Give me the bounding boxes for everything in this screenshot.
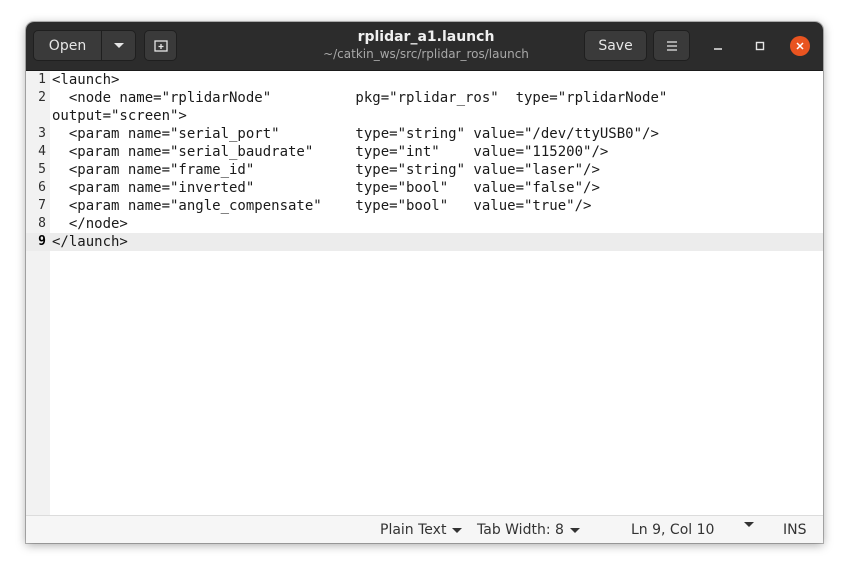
window-subtitle: ~/catkin_ws/src/rplidar_ros/launch (323, 47, 529, 61)
chevron-down-icon (744, 522, 754, 527)
editor-line: 5 <param name="frame_id" type="string" v… (26, 161, 823, 179)
line-number: 8 (38, 216, 46, 231)
new-document-icon (153, 39, 168, 52)
maximize-button[interactable] (750, 36, 770, 56)
save-button[interactable]: Save (584, 30, 647, 61)
editor-line: 1 <launch> (26, 71, 823, 89)
line-text[interactable]: </launch> (52, 233, 128, 251)
tab-width-selector[interactable]: Tab Width: 8 (477, 522, 580, 538)
save-button-label: Save (598, 37, 633, 54)
line-number: 2 (38, 90, 46, 105)
cursor-position-label: Ln 9, Col 10 (631, 522, 715, 538)
line-text[interactable]: <param name="angle_compensate" type="boo… (52, 197, 592, 215)
line-text[interactable]: <param name="serial_baudrate" type="int"… (52, 143, 608, 161)
editor-line: 7 <param name="angle_compensate" type="b… (26, 197, 823, 215)
line-number: 1 (38, 72, 46, 87)
line-number: 9 (38, 234, 46, 249)
gedit-window: Open rplidar_a1.launch ~/catkin_ws/src/r… (26, 22, 823, 543)
minimize-icon (714, 48, 722, 50)
text-editor[interactable]: 1 <launch> 2 <node name="rplidarNode" pk… (26, 71, 823, 515)
editor-line: 8 </node> (26, 215, 823, 233)
title-area: rplidar_a1.launch ~/catkin_ws/src/rplida… (276, 28, 576, 62)
editor-line-wrapped: output="screen"> (26, 107, 823, 125)
chevron-down-icon (452, 527, 463, 533)
insert-mode-indicator[interactable]: INS (783, 522, 807, 538)
language-selector[interactable]: Plain Text (380, 522, 463, 538)
editor-line: 2 <node name="rplidarNode" pkg="rplidar_… (26, 89, 823, 107)
minimize-button[interactable] (708, 36, 728, 56)
language-label: Plain Text (380, 522, 447, 538)
line-text[interactable]: </node> (52, 215, 128, 233)
insert-mode-label: INS (783, 522, 807, 538)
line-text[interactable]: <param name="serial_port" type="string" … (52, 125, 659, 143)
open-dropdown-button[interactable] (101, 30, 136, 61)
position-dropdown[interactable] (744, 522, 754, 527)
editor-current-line: 9 </launch> (26, 233, 823, 251)
line-text[interactable]: <node name="rplidarNode" pkg="rplidar_ro… (52, 89, 667, 107)
tab-width-label: Tab Width: 8 (477, 522, 564, 538)
line-text[interactable]: <param name="frame_id" type="string" val… (52, 161, 600, 179)
line-number: 5 (38, 162, 46, 177)
open-button[interactable]: Open (33, 30, 102, 61)
line-text[interactable]: output="screen"> (52, 107, 187, 125)
editor-line: 6 <param name="inverted" type="bool" val… (26, 179, 823, 197)
editor-line: 4 <param name="serial_baudrate" type="in… (26, 143, 823, 161)
chevron-down-icon (569, 527, 580, 533)
hamburger-menu-icon (666, 40, 677, 51)
new-document-button[interactable] (144, 30, 177, 61)
menu-button[interactable] (653, 30, 690, 61)
cursor-position[interactable]: Ln 9, Col 10 (631, 522, 714, 538)
close-icon (796, 42, 804, 50)
chevron-down-icon (113, 43, 124, 48)
line-text[interactable]: <param name="inverted" type="bool" value… (52, 179, 600, 197)
open-button-group: Open (33, 30, 136, 61)
header-bar: Open rplidar_a1.launch ~/catkin_ws/src/r… (26, 22, 823, 71)
status-bar: Plain Text Tab Width: 8 Ln 9, Col 10 INS (26, 515, 823, 543)
line-number: 6 (38, 180, 46, 195)
editor-line: 3 <param name="serial_port" type="string… (26, 125, 823, 143)
open-button-label: Open (48, 37, 87, 54)
line-number: 4 (38, 144, 46, 159)
line-number: 7 (38, 198, 46, 213)
line-number: 3 (38, 126, 46, 141)
maximize-icon (755, 41, 765, 51)
window-title: rplidar_a1.launch (357, 29, 495, 45)
line-text[interactable]: <launch> (52, 71, 119, 89)
close-button[interactable] (790, 36, 810, 56)
